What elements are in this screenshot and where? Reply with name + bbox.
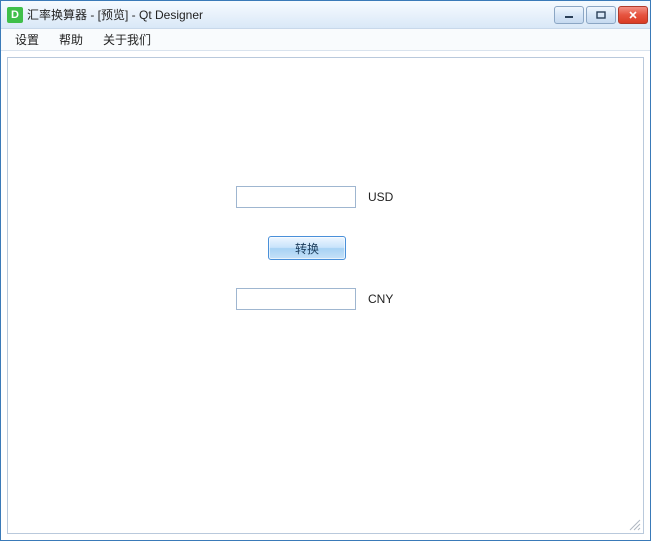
usd-label: USD — [368, 190, 393, 204]
window-title: 汇率换算器 - [预览] - Qt Designer — [27, 6, 554, 23]
minimize-icon — [564, 11, 574, 19]
close-button[interactable] — [618, 6, 648, 24]
usd-row: USD — [236, 186, 393, 208]
cny-label: CNY — [368, 292, 393, 306]
minimize-button[interactable] — [554, 6, 584, 24]
cny-row: CNY — [236, 288, 393, 310]
menu-settings[interactable]: 设置 — [5, 29, 49, 50]
usd-input[interactable] — [236, 186, 356, 208]
window-controls — [554, 6, 648, 24]
maximize-icon — [596, 11, 606, 19]
cny-input[interactable] — [236, 288, 356, 310]
convert-row: 转换 — [268, 236, 346, 260]
maximize-button[interactable] — [586, 6, 616, 24]
menubar: 设置 帮助 关于我们 — [1, 29, 650, 51]
resize-grip-icon[interactable] — [627, 517, 641, 531]
app-icon: D — [7, 7, 23, 23]
close-icon — [628, 11, 638, 19]
titlebar[interactable]: D 汇率换算器 - [预览] - Qt Designer — [1, 1, 650, 29]
client-area: USD 转换 CNY — [7, 57, 644, 534]
menu-help[interactable]: 帮助 — [49, 29, 93, 50]
convert-button[interactable]: 转换 — [268, 236, 346, 260]
menu-about[interactable]: 关于我们 — [93, 29, 161, 50]
application-window: D 汇率换算器 - [预览] - Qt Designer 设置 帮助 关于我们 … — [0, 0, 651, 541]
